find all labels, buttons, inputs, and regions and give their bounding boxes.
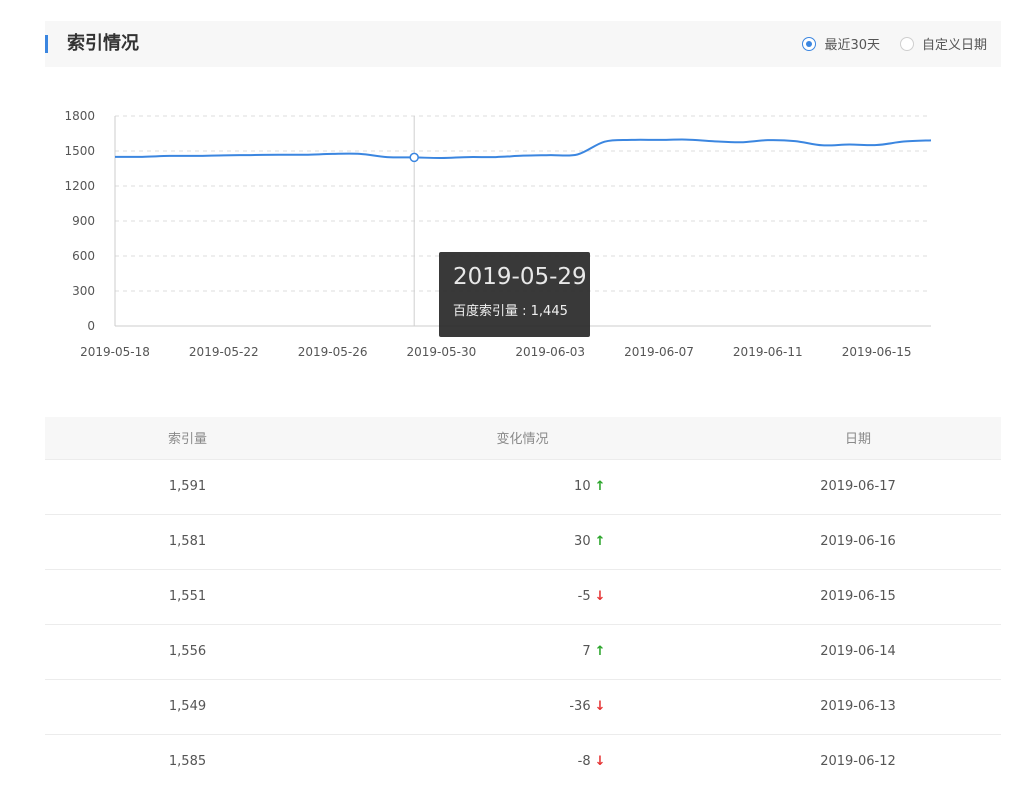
- section-title: 索引情况: [67, 33, 139, 54]
- y-tick-label: 0: [87, 319, 95, 333]
- radio-custom-date[interactable]: 自定义日期: [899, 34, 987, 53]
- radio-last-30-days[interactable]: 最近30天: [802, 34, 880, 53]
- change-value: -8: [577, 754, 591, 770]
- x-tick-label: 2019-05-18: [80, 345, 150, 359]
- cell-date: 2019-06-12: [715, 733, 1001, 789]
- chart-tooltip: 2019-05-29 百度索引量 : 1,445: [439, 252, 590, 337]
- table-row: 1,556 7 ↑ 2019-06-14: [45, 623, 1001, 679]
- cell-date: 2019-06-17: [715, 458, 1001, 514]
- arrow-up-icon: ↑: [594, 534, 606, 549]
- tooltip-date: 2019-05-29: [453, 264, 587, 290]
- change-value: 30: [574, 534, 591, 549]
- index-table: 索引量 变化情况 日期 1,591 10 ↑ 2019-06-17 1,581 30 ↑ 20…: [45, 417, 1001, 789]
- date-range-radio-group: 最近30天 自定义日期: [782, 34, 987, 53]
- cell-change: 30 ↑: [330, 513, 715, 569]
- table-row: 1,591 10 ↑ 2019-06-17: [45, 458, 1001, 514]
- x-tick-label: 2019-05-22: [189, 345, 259, 359]
- x-tick-label: 2019-06-03: [515, 345, 585, 359]
- col-header-change: 变化情况: [330, 417, 715, 459]
- table-header-row: 索引量 变化情况 日期: [45, 417, 1001, 459]
- radio-checked-icon: [802, 36, 817, 51]
- table-row: 1,585 -8 ↓ 2019-06-12: [45, 733, 1001, 789]
- y-tick-label: 1200: [64, 179, 95, 193]
- arrow-down-icon: ↓: [594, 589, 606, 604]
- tooltip-value: 百度索引量 : 1,445: [453, 304, 568, 319]
- change-value: -36: [569, 699, 591, 714]
- cell-count: 1,585: [45, 733, 330, 789]
- y-tick-label: 1500: [64, 144, 95, 158]
- x-tick-label: 2019-06-11: [733, 345, 803, 359]
- section-header: 索引情况 最近30天 自定义日期: [45, 21, 1001, 67]
- cell-date: 2019-06-15: [715, 568, 1001, 624]
- series-line: [114, 138, 932, 160]
- cell-date: 2019-06-16: [715, 513, 1001, 569]
- radio-label-custom-date: 自定义日期: [921, 38, 987, 53]
- change-value: -5: [577, 589, 591, 604]
- change-value: 10: [574, 479, 591, 494]
- x-tick-label: 2019-06-15: [842, 345, 912, 359]
- cell-change: 7 ↑: [330, 623, 715, 679]
- x-tick-label: 2019-06-07: [624, 345, 694, 359]
- arrow-up-icon: ↑: [594, 479, 606, 494]
- cell-change: -5 ↓: [330, 568, 715, 624]
- cell-date: 2019-06-14: [715, 623, 1001, 679]
- arrow-down-icon: ↓: [594, 699, 606, 714]
- table-row: 1,551 -5 ↓ 2019-06-15: [45, 568, 1001, 624]
- title-accent-bar: [45, 35, 48, 53]
- col-header-date: 日期: [715, 417, 1001, 459]
- cell-date: 2019-06-13: [715, 678, 1001, 734]
- y-tick-label: 600: [72, 249, 95, 263]
- highlight-point: [409, 152, 419, 163]
- x-tick-label: 2019-05-26: [298, 345, 368, 359]
- radio-label-last-30-days: 最近30天: [824, 38, 880, 53]
- cell-count: 1,549: [45, 678, 330, 734]
- cell-count: 1,591: [45, 458, 330, 514]
- y-tick-label: 1800: [64, 109, 95, 123]
- cell-change: 10 ↑: [330, 458, 715, 514]
- y-tick-label: 300: [72, 284, 95, 298]
- y-tick-label: 900: [72, 214, 95, 228]
- cell-count: 1,551: [45, 568, 330, 624]
- cell-change: -8 ↓: [330, 733, 715, 789]
- radio-unchecked-icon: [899, 36, 914, 51]
- table-row: 1,581 30 ↑ 2019-06-16: [45, 513, 1001, 569]
- table-row: 1,549 -36 ↓ 2019-06-13: [45, 678, 1001, 734]
- x-tick-label: 2019-05-30: [407, 345, 477, 359]
- cell-count: 1,581: [45, 513, 330, 569]
- arrow-up-icon: ↑: [594, 644, 606, 659]
- arrow-down-icon: ↓: [594, 754, 606, 770]
- change-value: 7: [582, 644, 591, 659]
- col-header-count: 索引量: [45, 417, 330, 459]
- cell-change: -36 ↓: [330, 678, 715, 734]
- cell-count: 1,556: [45, 623, 330, 679]
